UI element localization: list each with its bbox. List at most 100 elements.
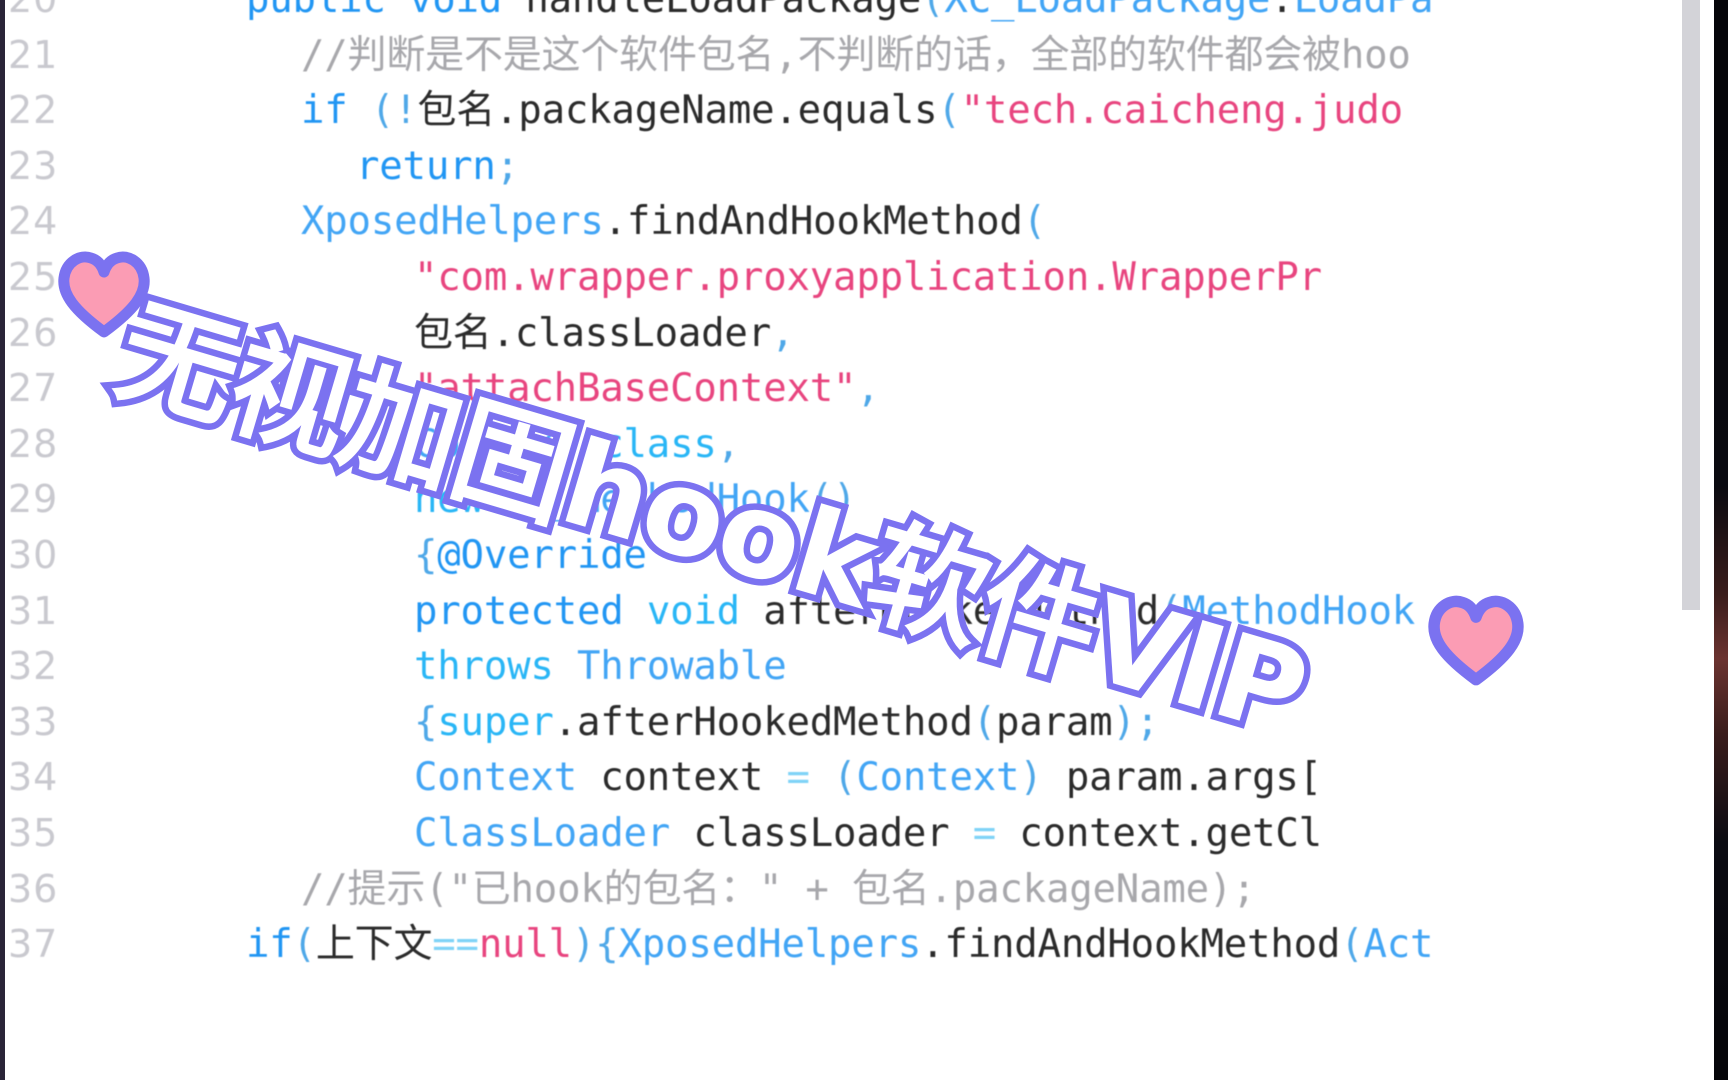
line-content[interactable]: throws Throwable: [414, 639, 787, 695]
line-number: 29: [8, 477, 59, 522]
token-pl: 上下文: [315, 922, 433, 968]
code-line[interactable]: 33 {super.afterHookedMethod(param);: [0, 695, 1714, 751]
code-line[interactable]: 34 Context context = (Context) param.args…: [0, 750, 1714, 806]
line-content[interactable]: ClassLoader classLoader = context.getCl: [414, 806, 1322, 862]
token-cm: //提示("已hook的包名：" + 包名.packageName);: [301, 866, 1256, 912]
token-pl: handleLoadPackage: [525, 0, 921, 22]
token-cm: //判断是不是这个软件包名,不判断的话，全部的软件都会被hoo: [301, 32, 1411, 78]
line-content[interactable]: //提示("已hook的包名：" + 包名.packageName);: [301, 862, 1256, 918]
line-number: 21: [8, 32, 59, 77]
token-type: XC_LoadPackage: [944, 0, 1270, 22]
token-type: Throwable: [576, 644, 787, 690]
line-number: 30: [8, 532, 59, 577]
line-number: 37: [8, 922, 59, 967]
token-pun: ,: [856, 366, 880, 412]
code-line[interactable]: 37 if(上下文==null){XposedHelpers.findAndHoo…: [0, 917, 1714, 973]
line-content[interactable]: return;: [356, 139, 519, 195]
token-pl: param.args[: [1065, 755, 1322, 801]
token-pl: .: [921, 922, 945, 968]
token-pl: classLoader: [670, 810, 973, 856]
code-line[interactable]: 24 XposedHelpers.findAndHookMethod(: [0, 194, 1714, 250]
token-kw: protected: [414, 588, 647, 634]
vertical-scrollbar-thumb[interactable]: [1682, 0, 1700, 610]
token-pl: .: [553, 699, 577, 745]
token-pl: .: [491, 310, 515, 356]
token-type: Context: [856, 755, 1020, 801]
token-op: ==: [432, 922, 479, 968]
heart-decoration-left-icon: [58, 251, 150, 338]
screen-root: 20public void handleLoadPackage(XC_LoadP…: [0, 0, 1728, 1080]
token-type: ClassLoader: [414, 810, 671, 856]
token-pl: context: [576, 755, 787, 801]
token-pun: {: [414, 699, 438, 745]
line-content[interactable]: if (!包名.packageName.equals("tech.caichen…: [301, 83, 1403, 139]
token-str: "com.wrapper.proxyapplication.WrapperPr: [414, 254, 1322, 300]
token-op: =: [786, 755, 834, 801]
token-kw2: throws: [414, 644, 577, 690]
token-pl: 包名: [417, 88, 496, 134]
token-kw: if: [301, 88, 348, 134]
token-pl: findAndHookMethod: [944, 922, 1341, 968]
token-pun: (: [1340, 922, 1364, 968]
line-number: 28: [8, 421, 59, 466]
line-content[interactable]: if(上下文==null){XposedHelpers.findAndHookM…: [246, 917, 1434, 973]
token-pun: (: [921, 0, 944, 22]
line-number: 27: [8, 366, 59, 411]
token-type: XposedHelpers: [301, 199, 604, 245]
line-number: 23: [8, 143, 59, 188]
token-type: Act: [1363, 922, 1434, 968]
line-content[interactable]: public void handleLoadPackage(XC_LoadPac…: [246, 0, 1434, 28]
code-line[interactable]: 35 ClassLoader classLoader = context.getC…: [0, 806, 1714, 862]
code-line[interactable]: 21 //判断是不是这个软件包名,不判断的话，全部的软件都会被hoo: [0, 28, 1714, 84]
token-op: =: [972, 810, 1020, 856]
line-number: 34: [8, 755, 59, 800]
token-pl: .: [603, 199, 627, 245]
line-content[interactable]: "com.wrapper.proxyapplication.WrapperPr: [414, 250, 1322, 306]
line-number: 31: [8, 588, 59, 633]
line-number: 20: [8, 0, 86, 28]
token-pl: .: [1270, 0, 1293, 22]
token-pun: (: [292, 922, 316, 968]
token-pun: {: [414, 532, 438, 578]
token-pl: context.getCl: [1019, 810, 1322, 856]
token-pun: ){: [571, 922, 619, 968]
token-pun: (: [937, 88, 961, 134]
line-number: 33: [8, 699, 59, 744]
token-pl: findAndHookMethod: [626, 199, 1023, 245]
line-number: 24: [8, 199, 59, 244]
line-number: 22: [8, 88, 59, 133]
line-content[interactable]: {super.afterHookedMethod(param);: [414, 695, 1159, 751]
token-pl: .: [774, 88, 798, 134]
token-pun: (!: [370, 88, 418, 134]
code-line[interactable]: 20 public void handleLoadPackage(XC_LoadP…: [0, 0, 1714, 28]
token-num: null: [478, 922, 572, 968]
heart-decoration-right-icon: [1428, 595, 1524, 686]
token-pun: (: [1022, 199, 1046, 245]
token-pl: packageName: [518, 88, 775, 134]
token-pun: ;: [495, 143, 519, 189]
token-type: LoadPa: [1294, 0, 1434, 22]
token-pun: ,: [770, 310, 795, 356]
token-pl: classLoader: [514, 310, 771, 356]
right-edge-band: [1714, 0, 1728, 1080]
line-number: 36: [8, 866, 59, 911]
token-type: Context: [414, 755, 577, 801]
token-kw: if: [246, 922, 293, 968]
token-kw2: super: [437, 699, 554, 745]
token-type: XposedHelpers: [618, 922, 922, 968]
code-line[interactable]: 23 return;: [0, 139, 1714, 195]
token-str: "tech.caicheng.judo: [960, 88, 1404, 134]
token-pun: (: [972, 699, 997, 745]
token-pun: (: [833, 755, 857, 801]
token-pl: afterHookedMethod: [576, 699, 973, 745]
line-content[interactable]: XposedHelpers.findAndHookMethod(: [301, 194, 1046, 250]
code-line[interactable]: 22 if (!包名.packageName.equals("tech.caich…: [0, 83, 1714, 139]
line-content[interactable]: //判断是不是这个软件包名,不判断的话，全部的软件都会被hoo: [301, 28, 1411, 84]
line-number: 35: [8, 810, 59, 855]
line-content[interactable]: Context context = (Context) param.args[: [414, 750, 1322, 806]
token-pl: .: [495, 88, 519, 134]
token-kw: public void: [246, 0, 525, 22]
code-line[interactable]: 36 //提示("已hook的包名：" + 包名.packageName);: [0, 862, 1714, 918]
editor-left-rule: [0, 0, 5, 1080]
